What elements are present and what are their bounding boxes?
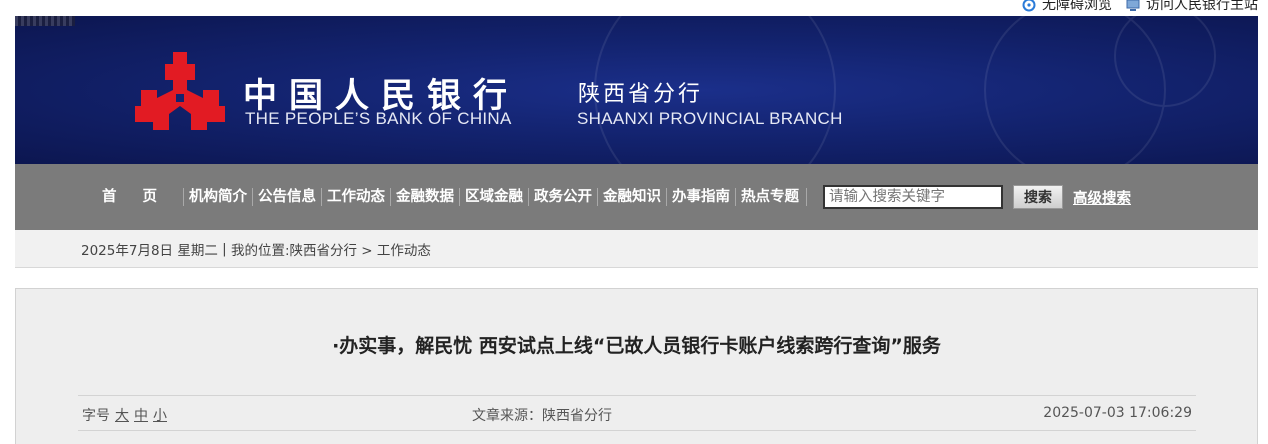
current-date: 2025年7月8日 星期二 — [81, 242, 218, 259]
nav-item-notices[interactable]: 公告信息 — [253, 188, 322, 206]
nav-item-home[interactable]: 首页 — [97, 188, 184, 206]
nav-items: 首页 机构简介 公告信息 工作动态 金融数据 区域金融 政务公开 金融知识 办事… — [97, 188, 807, 206]
nav-item-financial-data[interactable]: 金融数据 — [391, 188, 460, 206]
nav-item-gov-affairs[interactable]: 政务公开 — [529, 188, 598, 206]
article-date: 2025-07-03 17:06:29 — [1043, 405, 1192, 421]
header-banner: 中国人民银行 THE PEOPLE’S BANK OF CHINA 陕西省分行 … — [15, 16, 1258, 164]
breadcrumb[interactable]: 我的位置:陕西省分行 > 工作动态 — [231, 239, 431, 259]
font-size-control: 字号 大 中 小 — [82, 405, 167, 425]
nav-item-about[interactable]: 机构简介 — [184, 188, 253, 206]
font-size-medium[interactable]: 中 — [134, 405, 148, 425]
nav-item-financial-knowledge[interactable]: 金融知识 — [598, 188, 667, 206]
search-button[interactable]: 搜索 — [1013, 185, 1063, 209]
font-size-small[interactable]: 小 — [153, 405, 167, 425]
accessibility-link[interactable]: 无障碍浏览 — [1022, 0, 1112, 12]
breadcrumb-separator: | — [217, 240, 231, 257]
article-title: ·办实事，解民忧 西安试点上线“已故人员银行卡账户线索跨行查询”服务 — [332, 335, 941, 357]
bank-name-en: THE PEOPLE’S BANK OF CHINA — [245, 109, 512, 128]
breadcrumb-bar: 2025年7月8日 星期二 | 我的位置:陕西省分行 > 工作动态 — [15, 230, 1258, 268]
pboc-logo-icon — [135, 52, 225, 130]
nav-item-work-news[interactable]: 工作动态 — [322, 188, 391, 206]
advanced-search-link[interactable]: 高级搜索 — [1073, 187, 1131, 208]
branch-name-cn: 陕西省分行 — [578, 82, 704, 107]
nav-item-regional-finance[interactable]: 区域金融 — [460, 188, 529, 206]
accessibility-label: 无障碍浏览 — [1042, 0, 1112, 13]
accessibility-icon — [1022, 0, 1036, 12]
monitor-icon — [1126, 0, 1140, 11]
article-meta: 字号 大 中 小 文章来源：陕西省分行 2025-07-03 17:06:29 — [78, 395, 1196, 431]
visit-main-label: 访问人民银行主站 — [1146, 0, 1258, 13]
top-links: 无障碍浏览 访问人民银行主站 — [1022, 0, 1258, 16]
search-input[interactable] — [823, 185, 1003, 209]
nav-item-hot-topics[interactable]: 热点专题 — [736, 188, 807, 206]
font-size-large[interactable]: 大 — [115, 405, 129, 425]
font-size-label: 字号 — [82, 408, 110, 424]
article-panel: ·办实事，解民忧 西安试点上线“已故人员银行卡账户线索跨行查询”服务 字号 大 … — [15, 288, 1258, 444]
article-source: 文章来源：陕西省分行 — [472, 408, 612, 424]
main-nav: 首页 机构简介 公告信息 工作动态 金融数据 区域金融 政务公开 金融知识 办事… — [15, 164, 1258, 230]
visit-main-link[interactable]: 访问人民银行主站 — [1126, 0, 1258, 12]
branch-name-en: SHAANXI PROVINCIAL BRANCH — [577, 109, 843, 128]
nav-item-service-guide[interactable]: 办事指南 — [667, 188, 736, 206]
